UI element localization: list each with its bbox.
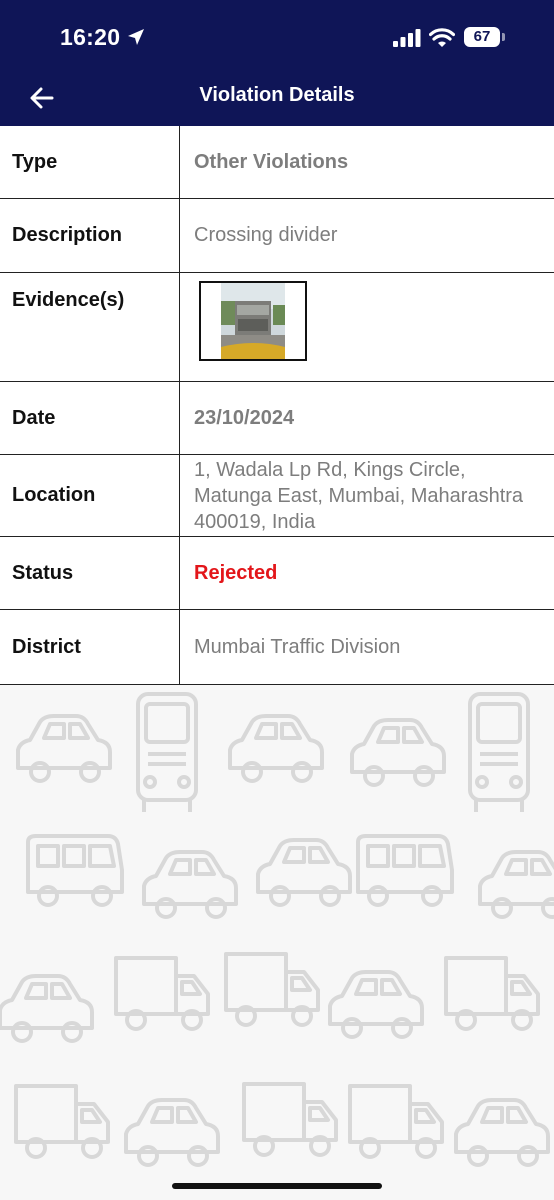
- evidence-photo: [221, 283, 285, 359]
- status-time: 16:20: [60, 24, 121, 50]
- description-value: Crossing divider: [194, 224, 338, 246]
- date-value: 23/10/2024: [194, 406, 295, 429]
- detail-row-type: Type Other Violations: [0, 126, 554, 199]
- cellular-signal-icon: [393, 29, 421, 47]
- location-value: 1, Wadala Lp Rd, Kings Circle, Matunga E…: [194, 458, 524, 533]
- type-label: Type: [0, 126, 180, 198]
- location-label: Location: [0, 455, 180, 536]
- detail-row-district: District Mumbai Traffic Division: [0, 610, 554, 685]
- detail-row-status: Status Rejected: [0, 537, 554, 610]
- violation-details-table: Type Other Violations Description Crossi…: [0, 126, 554, 685]
- page-title: Violation Details: [199, 84, 355, 106]
- evidence-label: Evidence(s): [0, 273, 180, 381]
- evidence-thumbnail[interactable]: [199, 281, 307, 361]
- wifi-icon: [429, 28, 455, 47]
- detail-row-evidence: Evidence(s): [0, 273, 554, 382]
- app-header: 16:20 67 Violation Details: [0, 0, 554, 126]
- battery-icon: 67: [464, 27, 500, 47]
- description-label: Description: [0, 199, 180, 272]
- status-label: Status: [0, 537, 180, 609]
- type-value: Other Violations: [194, 150, 349, 173]
- status-value: Rejected: [194, 561, 278, 584]
- vehicle-pattern-background: [0, 692, 554, 1167]
- home-indicator: [172, 1183, 382, 1189]
- location-arrow-icon: [128, 29, 144, 45]
- evidence-value: [180, 273, 554, 381]
- detail-row-date: Date 23/10/2024: [0, 382, 554, 455]
- district-label: District: [0, 610, 180, 684]
- district-value: Mumbai Traffic Division: [194, 635, 401, 658]
- detail-row-description: Description Crossing divider: [0, 199, 554, 273]
- battery-cap: [502, 33, 505, 41]
- date-label: Date: [0, 382, 180, 454]
- detail-row-location: Location 1, Wadala Lp Rd, Kings Circle, …: [0, 455, 554, 537]
